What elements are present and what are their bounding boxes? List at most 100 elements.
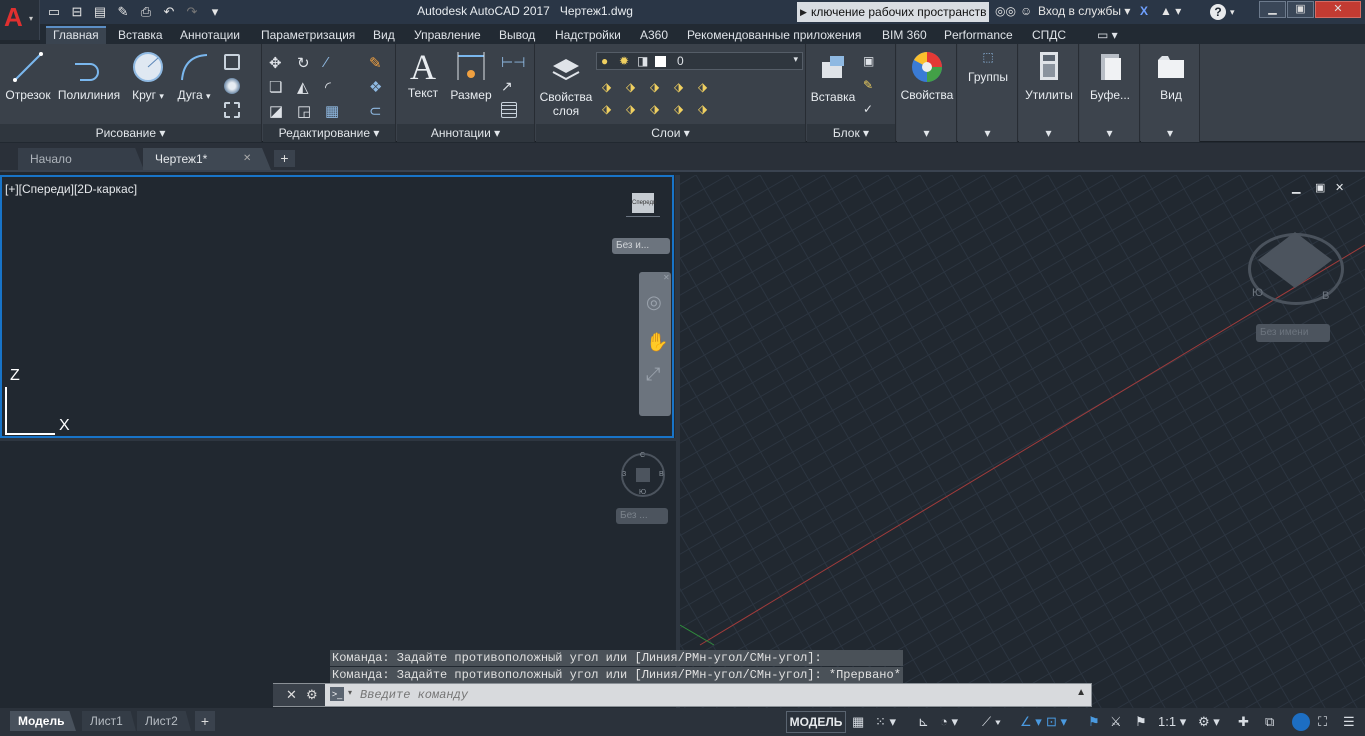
panel-draw-label[interactable]: Рисование ▾ [0, 124, 261, 142]
panel-groups-expand[interactable]: ▾ [958, 124, 1017, 142]
print-icon[interactable]: ⎙ [138, 4, 154, 20]
layer-tool-icon[interactable]: ⬗ [698, 80, 714, 96]
panel-layers-label[interactable]: Слои ▾ [536, 124, 805, 142]
create-block-icon[interactable]: ▣ [863, 54, 879, 70]
offset-icon[interactable]: ⊂ [369, 102, 385, 120]
redo-icon[interactable]: ↷ [184, 4, 200, 20]
tab-model[interactable]: Модель [10, 711, 76, 731]
named-view-dropdown[interactable]: Без ... [616, 508, 668, 524]
viewport-perspective[interactable]: ▁ ▣ ✕ Ю В Без имени [680, 175, 1365, 710]
fullscreen-icon[interactable]: ⛶ [1318, 714, 1327, 730]
named-view-dropdown[interactable]: Без имени [1256, 324, 1330, 342]
saveas-icon[interactable]: ✎ [115, 4, 131, 20]
panel-view-expand[interactable]: ▾ [1141, 124, 1199, 142]
rotate-icon[interactable]: ↻ [297, 54, 313, 72]
annotation-scale-icon[interactable]: ⚑ [1135, 714, 1147, 730]
autoscale-icon[interactable]: ⚔ [1110, 714, 1122, 730]
new-tab-button[interactable]: + [274, 150, 295, 167]
viewport-controls-label[interactable]: [+][Спереди][2D-каркас] [5, 182, 137, 196]
layer-tool-icon[interactable]: ⬗ [674, 102, 690, 118]
model-space-toggle[interactable]: МОДЕЛЬ [786, 711, 846, 733]
copy-icon[interactable]: ❏ [269, 78, 285, 96]
panel-utilities-expand[interactable]: ▾ [1019, 124, 1078, 142]
close-navbar-icon[interactable]: ✕ [663, 273, 670, 282]
text-tool[interactable]: A Текст [403, 48, 443, 100]
help-dropdown-icon[interactable]: ▾ [1230, 7, 1235, 18]
viewcube[interactable] [636, 468, 650, 482]
tab-annotate[interactable]: Аннотации [173, 26, 247, 44]
layer-tool-icon[interactable]: ⬗ [602, 102, 618, 118]
close-button[interactable]: ✕ [1315, 1, 1361, 18]
tab-spds[interactable]: СПДС [1025, 26, 1073, 44]
tab-parametric[interactable]: Параметризация [254, 26, 362, 44]
zoom-icon[interactable]: ⤢ [646, 364, 660, 385]
steeringwheel-icon[interactable]: ◎ [646, 292, 662, 313]
ribbon-minimize-toggle[interactable]: ▭ ▾ [1090, 26, 1125, 44]
open-icon[interactable]: ⊟ [69, 4, 85, 20]
tab-layout2[interactable]: Лист2 [137, 711, 191, 731]
leader-icon[interactable]: ↗ [501, 78, 517, 94]
properties-tool[interactable]: Свойства [899, 50, 955, 102]
close-icon[interactable]: ✕ [286, 687, 297, 703]
tab-addins[interactable]: Надстройки [548, 26, 628, 44]
fillet-icon[interactable]: ◜ [325, 78, 341, 96]
tab-output[interactable]: Вывод [492, 26, 542, 44]
tab-home[interactable]: Главная [46, 26, 106, 44]
command-input[interactable] [360, 686, 1060, 704]
layer-tool-icon[interactable]: ⬗ [602, 80, 618, 96]
isolate-objects-icon[interactable] [1292, 713, 1310, 731]
trim-icon[interactable]: ⁄ [325, 54, 341, 71]
tab-manage[interactable]: Управление [407, 26, 488, 44]
viewport-front[interactable]: [+][Спереди][2D-каркас] Спереди Без и...… [0, 175, 674, 438]
snap-icon[interactable]: ⁙ ▾ [875, 714, 896, 730]
layer-tool-icon[interactable]: ⬗ [650, 80, 666, 96]
close-tab-icon[interactable]: ✕ [243, 148, 251, 170]
arc-tool[interactable]: Дуга ▾ [174, 50, 214, 102]
groups-tool[interactable]: ⬚ Группы [960, 50, 1016, 84]
panel-modify-label[interactable]: Редактирование ▾ [263, 124, 395, 142]
table-icon[interactable] [501, 102, 517, 118]
polar-icon[interactable]: ◔ ▾ [940, 714, 958, 730]
layer-tool-icon[interactable]: ⬗ [674, 80, 690, 96]
new-icon[interactable]: ▭ [46, 4, 62, 20]
rectangle-icon[interactable] [224, 54, 240, 70]
command-history-toggle-icon[interactable]: ▲ [1076, 687, 1086, 698]
hatch-icon[interactable] [224, 78, 240, 94]
layer-dropdown[interactable]: ● ✹ ◨ 0 ▾ [596, 52, 803, 70]
osnap-icon[interactable]: ⊡ ▾ [1046, 714, 1067, 730]
isodraft-icon[interactable]: ⟋ ▾ [982, 714, 1001, 730]
view-tool[interactable]: Вид [1143, 50, 1199, 102]
customize-menu-icon[interactable]: ☰ [1343, 714, 1355, 730]
named-view-dropdown[interactable]: Без и... [612, 238, 670, 254]
customize-icon[interactable]: ▾ [207, 4, 223, 20]
undo-icon[interactable]: ↶ [161, 4, 177, 20]
tab-performance[interactable]: Performance [937, 26, 1020, 44]
tab-bim360[interactable]: BIM 360 [875, 26, 934, 44]
polyline-tool[interactable]: Полилиния [56, 50, 122, 102]
erase-icon[interactable]: ✎ [369, 54, 385, 72]
pan-icon[interactable]: ✋ [646, 332, 668, 353]
maximize-button[interactable]: ▣ [1287, 1, 1314, 18]
panel-annotation-label[interactable]: Аннотации ▾ [397, 124, 534, 142]
layer-tool-icon[interactable]: ⬗ [626, 80, 642, 96]
panel-properties-expand[interactable]: ▾ [897, 124, 956, 142]
annotation-scale-value[interactable]: 1:1 ▾ [1158, 714, 1186, 730]
application-menu-button[interactable]: A ▾ [0, 0, 40, 40]
tab-drawing1[interactable]: Чертеж1* ✕ [143, 148, 271, 170]
clipboard-tool[interactable]: Буфе... [1082, 50, 1138, 102]
command-prompt-icon[interactable]: >_ [330, 687, 344, 701]
scale-icon[interactable]: ◲ [297, 102, 313, 120]
layer-tool-icon[interactable]: ⬗ [650, 102, 666, 118]
annotation-visibility-icon[interactable]: ⚑ [1088, 714, 1100, 730]
new-layout-button[interactable]: + [195, 711, 215, 731]
insert-block-tool[interactable]: Вставка [809, 52, 857, 104]
tab-a360[interactable]: А360 [633, 26, 675, 44]
ortho-icon[interactable]: ⊾ [918, 714, 929, 730]
layer-tool-icon[interactable]: ⬗ [626, 102, 642, 118]
linear-dim-icon[interactable]: ⊢⊣ [501, 54, 525, 70]
viewport-close-icon[interactable]: ✕ [1335, 181, 1344, 194]
tab-start[interactable]: Начало [18, 148, 144, 170]
viewcube[interactable]: Спереди [632, 193, 656, 213]
move-icon[interactable]: ✥ [269, 54, 285, 72]
tab-layout1[interactable]: Лист1 [82, 711, 136, 731]
